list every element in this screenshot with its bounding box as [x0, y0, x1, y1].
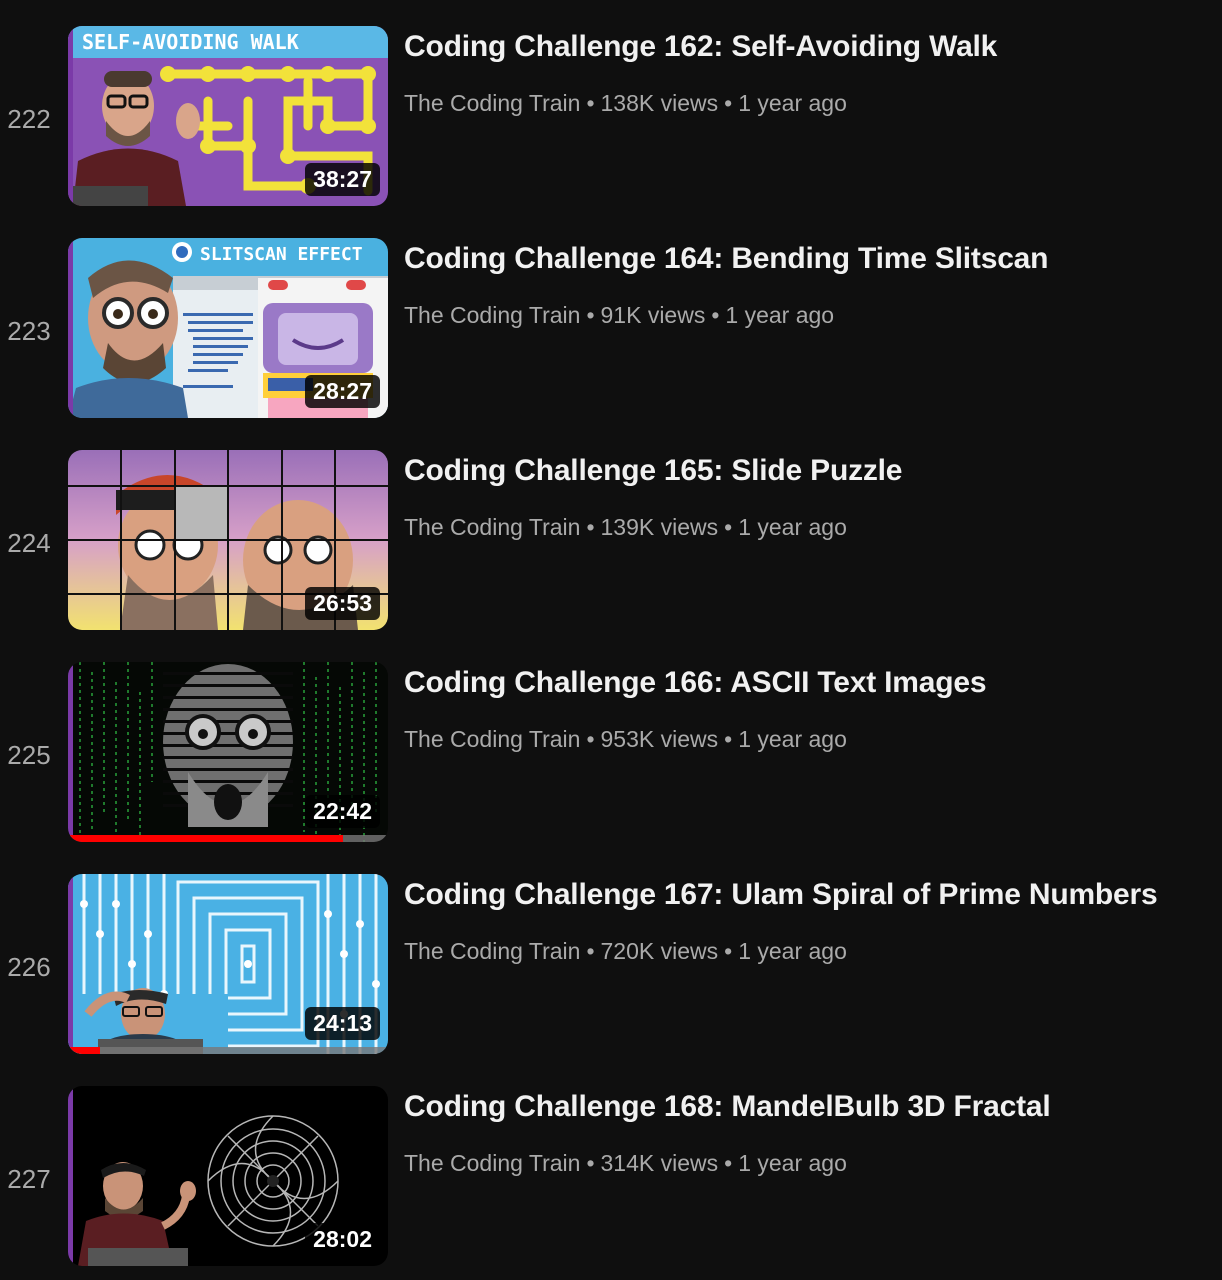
- view-count: 139K views: [600, 514, 719, 540]
- channel-name[interactable]: The Coding Train: [404, 726, 580, 752]
- separator-dot: •: [586, 514, 595, 540]
- duration-badge: 26:53: [305, 587, 380, 620]
- playlist-edge-marker: [68, 238, 73, 418]
- item-index: 226: [7, 951, 51, 982]
- video-title[interactable]: Coding Challenge 162: Self-Avoiding Walk: [404, 30, 997, 64]
- duration-badge: 28:27: [305, 375, 380, 408]
- separator-dot: •: [586, 938, 595, 964]
- watch-progress-bar: [68, 835, 388, 842]
- upload-age: 1 year ago: [738, 90, 847, 116]
- separator-dot: •: [724, 514, 733, 540]
- video-title[interactable]: Coding Challenge 165: Slide Puzzle: [404, 454, 902, 488]
- view-count: 138K views: [600, 90, 719, 116]
- watch-progress-bar: [68, 1047, 388, 1054]
- item-index: 225: [7, 739, 51, 770]
- duration-badge: 22:42: [305, 795, 380, 828]
- playlist-video-list: 222 SELF-AVOIDING WALK 38:27 Coding Chal…: [0, 0, 1222, 1280]
- upload-age: 1 year ago: [738, 1150, 847, 1176]
- channel-name[interactable]: The Coding Train: [404, 1150, 580, 1176]
- video-thumbnail[interactable]: SLITSCAN EFFECT 28:27: [68, 238, 388, 418]
- video-title[interactable]: Coding Challenge 166: ASCII Text Images: [404, 666, 987, 700]
- watch-progress-fill: [68, 1047, 100, 1054]
- watch-progress-fill: [68, 835, 344, 842]
- video-thumbnail[interactable]: 26:53: [68, 450, 388, 630]
- playlist-item[interactable]: 223 SLITSCAN EFFECT 28:27 Coding Challen…: [0, 238, 1222, 418]
- view-count: 314K views: [600, 1150, 719, 1176]
- channel-name[interactable]: The Coding Train: [404, 514, 580, 540]
- playlist-edge-marker: [68, 874, 73, 1054]
- separator-dot: •: [586, 1150, 595, 1176]
- view-count: 720K views: [600, 938, 719, 964]
- separator-dot: •: [724, 90, 733, 116]
- thumbnail-caption: SLITSCAN EFFECT: [200, 244, 363, 265]
- video-metadata: The Coding Train • 953K views • 1 year ago: [404, 726, 847, 753]
- item-index: 223: [7, 315, 51, 346]
- upload-age: 1 year ago: [738, 726, 847, 752]
- separator-dot: •: [724, 726, 733, 752]
- video-metadata: The Coding Train • 314K views • 1 year ago: [404, 1150, 847, 1177]
- upload-age: 1 year ago: [738, 938, 847, 964]
- separator-dot: •: [711, 302, 720, 328]
- video-metadata: The Coding Train • 720K views • 1 year ago: [404, 938, 847, 965]
- separator-dot: •: [724, 1150, 733, 1176]
- channel-name[interactable]: The Coding Train: [404, 938, 580, 964]
- video-thumbnail[interactable]: 28:02: [68, 1086, 388, 1266]
- playlist-item[interactable]: 225 22:42 Coding Challenge 166: ASCII Te…: [0, 662, 1222, 842]
- upload-age: 1 year ago: [725, 302, 835, 328]
- playlist-item[interactable]: 227 28:02 Coding Challenge 168: MandelBu…: [0, 1086, 1222, 1266]
- video-thumbnail[interactable]: 22:42: [68, 662, 388, 842]
- duration-badge: 28:02: [305, 1223, 380, 1256]
- video-metadata: The Coding Train • 138K views • 1 year ago: [404, 90, 847, 117]
- channel-name[interactable]: The Coding Train: [404, 90, 580, 116]
- video-metadata: The Coding Train • 139K views • 1 year ago: [404, 514, 847, 541]
- video-title[interactable]: Coding Challenge 168: MandelBulb 3D Frac…: [404, 1090, 1051, 1124]
- playlist-item[interactable]: 224 26:53 Coding Challenge 165: Slide Pu…: [0, 450, 1222, 630]
- separator-dot: •: [586, 302, 595, 328]
- playlist-edge-marker: [68, 662, 73, 842]
- playlist-edge-marker: [68, 1086, 73, 1266]
- duration-badge: 24:13: [305, 1007, 380, 1040]
- separator-dot: •: [586, 726, 595, 752]
- thumbnail-caption: SELF-AVOIDING WALK: [82, 30, 299, 54]
- video-thumbnail[interactable]: 24:13: [68, 874, 388, 1054]
- video-metadata: The Coding Train • 91K views • 1 year ago: [404, 302, 834, 329]
- channel-name[interactable]: The Coding Train: [404, 302, 580, 328]
- video-title[interactable]: Coding Challenge 164: Bending Time Slits…: [404, 242, 1048, 276]
- playlist-edge-marker: [68, 26, 73, 206]
- video-thumbnail[interactable]: SELF-AVOIDING WALK 38:27: [68, 26, 388, 206]
- view-count: 91K views: [600, 302, 706, 328]
- separator-dot: •: [724, 938, 733, 964]
- duration-badge: 38:27: [305, 163, 380, 196]
- upload-age: 1 year ago: [738, 514, 847, 540]
- playlist-item[interactable]: 226 24:13 Coding Challenge 167: Ulam Spi…: [0, 874, 1222, 1054]
- item-index: 227: [7, 1163, 51, 1194]
- view-count: 953K views: [600, 726, 719, 752]
- separator-dot: •: [586, 90, 595, 116]
- item-index: 222: [7, 103, 51, 134]
- playlist-item[interactable]: 222 SELF-AVOIDING WALK 38:27 Coding Chal…: [0, 26, 1222, 206]
- video-title[interactable]: Coding Challenge 167: Ulam Spiral of Pri…: [404, 878, 1158, 912]
- item-index: 224: [7, 527, 51, 558]
